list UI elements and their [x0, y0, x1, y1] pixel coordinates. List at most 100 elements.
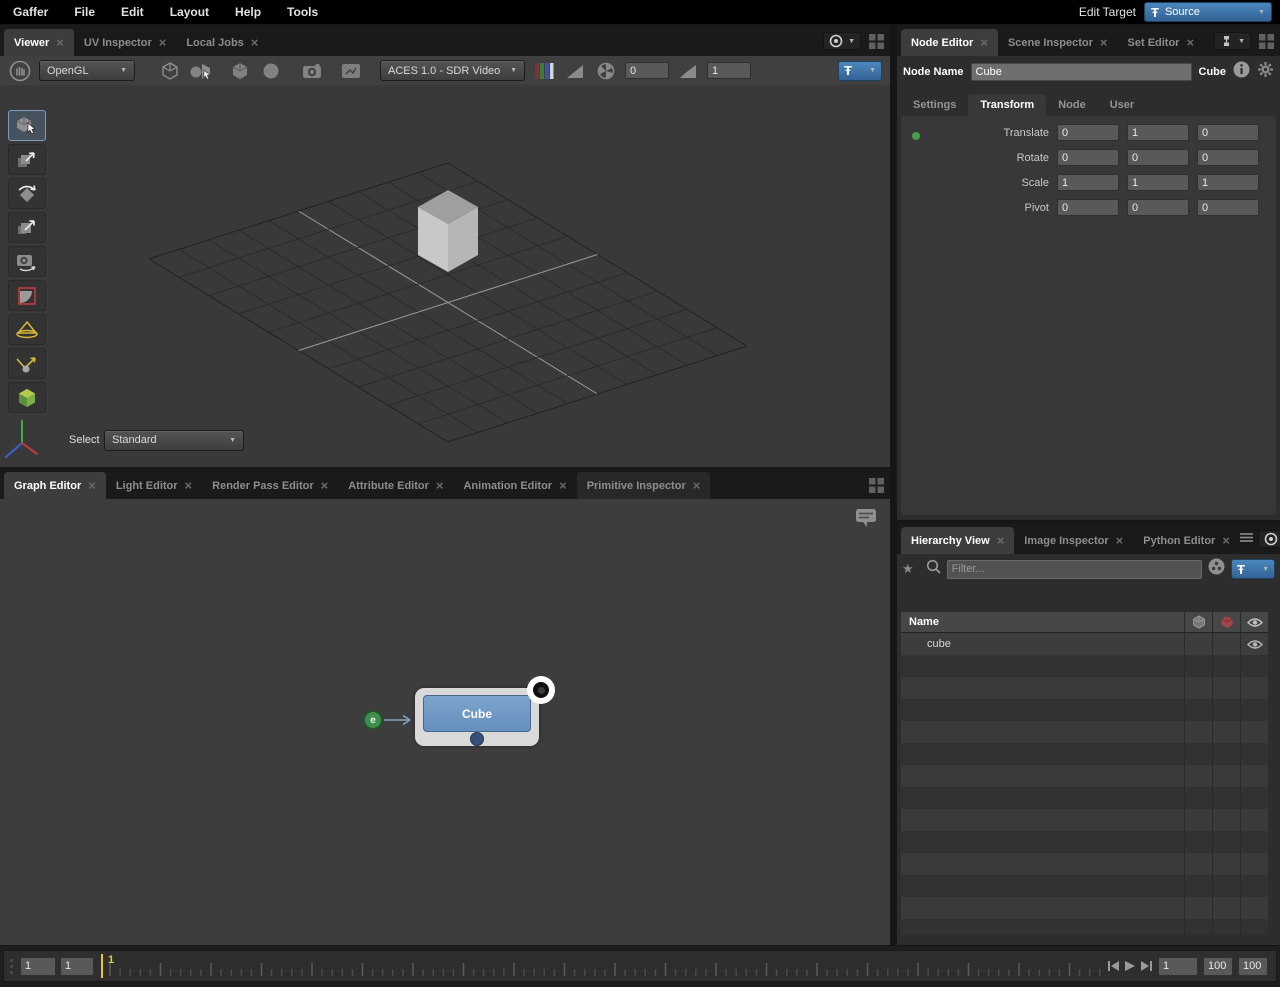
star-icon[interactable]: ★ — [902, 561, 914, 577]
exposure-input[interactable] — [625, 62, 669, 79]
menu-layout[interactable]: Layout — [157, 0, 222, 24]
node-name-input[interactable] — [971, 63, 1192, 81]
list-menu-icon[interactable] — [1240, 530, 1253, 548]
close-icon[interactable]: × — [980, 36, 988, 49]
tab-node-editor[interactable]: Node Editor × — [901, 29, 998, 56]
close-icon[interactable]: × — [1186, 36, 1194, 49]
node-editor-mode-menu[interactable]: ▼ — [1214, 32, 1251, 50]
viewer-edit-scope-button[interactable]: Ŧ ▼ — [838, 61, 882, 81]
scale-x-input[interactable] — [1057, 174, 1119, 191]
camera-icon[interactable] — [300, 60, 324, 82]
annotation-bubble-icon[interactable] — [854, 507, 878, 534]
expression-badge[interactable]: e — [363, 710, 383, 730]
playback-end-input[interactable] — [1203, 957, 1233, 976]
section-tab-transform[interactable]: Transform — [968, 94, 1046, 116]
select-mode-dropdown[interactable]: Standard ▼ — [104, 430, 244, 451]
sphere-shading-icon[interactable] — [259, 60, 283, 82]
translate-y-input[interactable] — [1127, 124, 1189, 141]
tab-light-editor[interactable]: Light Editor × — [106, 472, 202, 499]
rotate-y-input[interactable] — [1127, 149, 1189, 166]
section-tab-node[interactable]: Node — [1046, 94, 1098, 116]
close-icon[interactable]: × — [159, 36, 167, 49]
close-icon[interactable]: × — [88, 479, 96, 492]
range-start-input[interactable] — [20, 957, 56, 976]
solid-cube-icon[interactable] — [228, 60, 252, 82]
exposure-triangle-icon[interactable] — [563, 60, 587, 82]
light-edit-tool-button[interactable] — [8, 348, 46, 379]
section-tab-user[interactable]: User — [1098, 94, 1146, 116]
node-selection-frame[interactable]: Cube — [415, 688, 539, 746]
viewport-3d[interactable]: Select Standard ▼ — [0, 85, 890, 467]
close-icon[interactable]: × — [321, 479, 329, 492]
tab-graph-editor[interactable]: Graph Editor × — [4, 472, 106, 499]
tab-animation-editor[interactable]: Animation Editor × — [453, 472, 576, 499]
current-frame-input[interactable] — [1158, 957, 1198, 976]
menu-file[interactable]: File — [61, 0, 108, 24]
bound-column-header[interactable] — [1184, 612, 1212, 632]
cube-node[interactable]: Cube — [423, 695, 531, 732]
close-icon[interactable]: × — [1222, 534, 1230, 547]
wireframe-mode-icon[interactable] — [158, 60, 182, 82]
drag-handle-icon[interactable] — [6, 959, 16, 974]
node-output-plug[interactable] — [470, 732, 484, 746]
channel-bars-icon[interactable] — [532, 60, 556, 82]
menu-gaffer[interactable]: Gaffer — [0, 0, 61, 24]
range-end-input[interactable] — [1238, 957, 1268, 976]
skip-to-end-button[interactable] — [1140, 959, 1152, 973]
image-view-icon[interactable] — [339, 60, 363, 82]
tab-attribute-editor[interactable]: Attribute Editor × — [338, 472, 453, 499]
translate-x-input[interactable] — [1057, 124, 1119, 141]
tab-set-editor[interactable]: Set Editor × — [1118, 29, 1205, 56]
layout-grid-icon[interactable] — [1259, 34, 1274, 49]
translate-tool-button[interactable] — [8, 144, 46, 175]
edit-target-dropdown[interactable]: Ŧ Source ▼ — [1144, 2, 1272, 22]
tab-image-inspector[interactable]: Image Inspector × — [1014, 527, 1133, 554]
filter-settings-icon[interactable] — [1208, 558, 1225, 580]
light-tool-button[interactable] — [8, 314, 46, 345]
section-tab-settings[interactable]: Settings — [901, 94, 968, 116]
rotate-tool-button[interactable] — [8, 178, 46, 209]
translate-z-input[interactable] — [1197, 124, 1259, 141]
tab-viewer[interactable]: Viewer × — [4, 29, 74, 56]
tab-render-pass-editor[interactable]: Render Pass Editor × — [202, 472, 338, 499]
close-icon[interactable]: × — [1116, 534, 1124, 547]
shaded-select-mode-icon[interactable] — [189, 60, 213, 82]
scale-y-input[interactable] — [1127, 174, 1189, 191]
pivot-y-input[interactable] — [1127, 199, 1189, 216]
pivot-x-input[interactable] — [1057, 199, 1119, 216]
layout-grid-icon[interactable] — [869, 478, 884, 493]
hierarchy-row-cube[interactable]: cube — [901, 633, 1268, 655]
tab-local-jobs[interactable]: Local Jobs × — [176, 29, 268, 56]
close-icon[interactable]: × — [997, 534, 1005, 547]
pan-hand-icon[interactable] — [8, 60, 32, 82]
name-column-header[interactable]: Name — [901, 616, 1184, 628]
select-tool-button[interactable] — [8, 110, 46, 141]
scale-tool-button[interactable] — [8, 212, 46, 243]
visibility-column-header[interactable] — [1240, 612, 1268, 632]
close-icon[interactable]: × — [185, 479, 193, 492]
renderer-dropdown[interactable]: OpenGL ▼ — [39, 60, 135, 81]
pivot-z-input[interactable] — [1197, 199, 1259, 216]
gear-icon[interactable] — [1257, 61, 1274, 83]
close-icon[interactable]: × — [693, 479, 701, 492]
tab-uv-inspector[interactable]: UV Inspector × — [74, 29, 176, 56]
gamma-curve-icon[interactable] — [676, 60, 700, 82]
close-icon[interactable]: × — [1100, 36, 1108, 49]
hierarchy-edit-scope-button[interactable]: Ŧ ▼ — [1231, 559, 1275, 579]
tab-scene-inspector[interactable]: Scene Inspector × — [998, 29, 1118, 56]
display-transform-dropdown[interactable]: ACES 1.0 - SDR Video ▼ — [380, 60, 525, 81]
viewer-target-menu[interactable]: ▼ — [823, 32, 861, 50]
rotate-z-input[interactable] — [1197, 149, 1259, 166]
close-icon[interactable]: × — [559, 479, 567, 492]
tab-python-editor[interactable]: Python Editor × — [1133, 527, 1240, 554]
camera-tool-button[interactable] — [8, 246, 46, 277]
tab-hierarchy-view[interactable]: Hierarchy View × — [901, 527, 1014, 554]
frame-ruler[interactable]: 1 — [98, 951, 1108, 981]
visibility-toggle[interactable] — [1240, 633, 1268, 655]
scene-cube-tool-button[interactable] — [8, 382, 46, 413]
hierarchy-target-menu[interactable]: ▼ — [1258, 530, 1280, 548]
info-icon[interactable] — [1233, 61, 1250, 83]
focus-ring-toggle[interactable] — [527, 676, 555, 704]
close-icon[interactable]: × — [251, 36, 259, 49]
layout-grid-icon[interactable] — [869, 34, 884, 49]
